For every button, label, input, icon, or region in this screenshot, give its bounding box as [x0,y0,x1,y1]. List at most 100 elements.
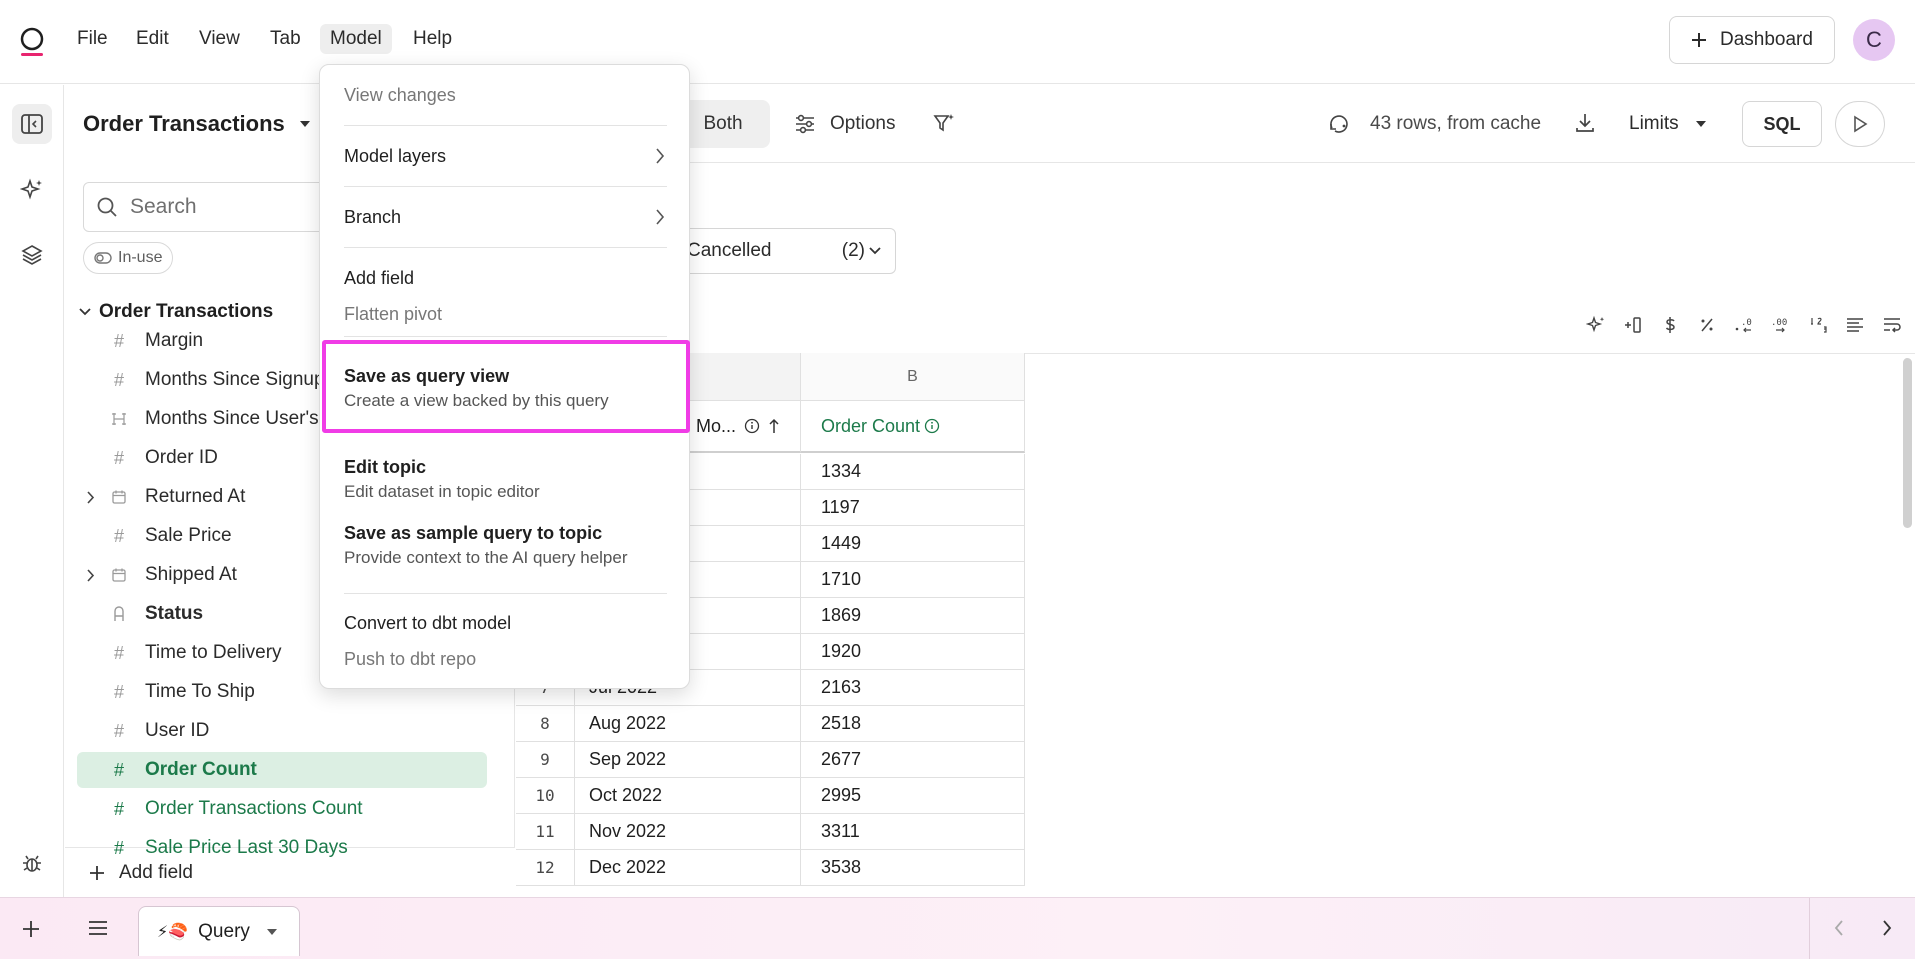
field-group-header[interactable]: Order Transactions [79,301,273,323]
previous-tab-button[interactable] [1834,920,1844,936]
order-count-cell[interactable]: 2677 [801,742,1025,778]
next-tab-button[interactable] [1882,920,1892,936]
cache-status[interactable]: 43 rows, from cache [1328,100,1541,148]
menu-help[interactable]: Help [403,24,462,54]
in-use-filter[interactable]: In-use [83,242,174,274]
hash-icon: # [113,798,124,819]
sort-ascending-icon[interactable] [768,418,780,434]
play-icon [1852,115,1868,133]
sql-button[interactable]: SQL [1742,101,1822,147]
row-number[interactable]: 12 [516,850,575,886]
hash-icon: # [113,642,124,663]
chevron-right-icon[interactable] [77,568,105,582]
menu-item-convert-dbt[interactable]: Convert to dbt model [320,613,689,634]
order-count-cell[interactable]: 1869 [801,598,1025,634]
download-button[interactable] [1574,112,1596,134]
month-cell[interactable]: Oct 2022 [575,778,801,814]
month-cell[interactable]: Aug 2022 [575,706,801,742]
number-format-icon[interactable] [1806,313,1830,337]
menu-tab[interactable]: Tab [260,24,311,54]
info-icon[interactable] [744,418,760,434]
menu-file[interactable]: File [67,24,118,54]
order-count-cell[interactable]: 2163 [801,670,1025,706]
chevron-right-icon[interactable] [77,490,105,504]
app-logo-icon[interactable] [19,26,45,58]
field-item[interactable]: # Order Transactions Count [77,791,487,827]
row-number[interactable]: 9 [516,742,575,778]
download-icon [1574,112,1596,134]
options-button[interactable]: Options [794,100,895,148]
bracket-icon [105,411,133,427]
percent-icon[interactable] [1695,313,1719,337]
month-cell[interactable]: Sep 2022 [575,742,801,778]
insert-column-icon[interactable] [1621,313,1645,337]
field-item[interactable]: # Order Count [77,752,487,788]
ai-format-icon[interactable] [1584,313,1608,337]
hash-icon: # [113,759,124,780]
align-icon[interactable] [1843,313,1867,337]
vertical-scrollbar[interactable] [1903,358,1912,528]
order-count-cell[interactable]: 2995 [801,778,1025,814]
order-count-cell[interactable]: 3311 [801,814,1025,850]
month-cell[interactable]: Nov 2022 [575,814,801,850]
tab-query[interactable]: ⚡🍣 Query [138,906,300,956]
dashboard-button[interactable]: Dashboard [1669,16,1835,64]
field-label: Months Since Signup [145,369,325,390]
row-number[interactable]: 8 [516,706,575,742]
tab-list-button[interactable] [88,920,108,936]
hash-icon: # [113,837,124,858]
wrap-text-icon[interactable] [1880,313,1904,337]
order-count-cell[interactable]: 1197 [801,490,1025,526]
avatar[interactable]: C [1853,19,1895,61]
order-count-cell[interactable]: 2518 [801,706,1025,742]
menu-item-push-dbt[interactable]: Push to dbt repo [320,649,689,670]
edit-topic-label: Edit topic [344,457,426,477]
menu-item-flatten-pivot[interactable]: Flatten pivot [320,304,689,325]
field-label: Returned At [145,486,246,507]
layers-button[interactable] [12,235,52,275]
save-sample-query-label: Save as sample query to topic [344,523,603,543]
menu-edit[interactable]: Edit [126,24,179,54]
order-count-cell[interactable]: 3538 [801,850,1025,886]
decrease-decimals-icon[interactable]: .0 [1732,313,1756,337]
field-item[interactable]: # Sale Price Last 30 Days [77,830,487,866]
info-icon[interactable] [924,418,940,434]
field-label: Sale Price [145,525,232,546]
order-count-cell[interactable]: 1334 [801,454,1025,490]
column-b-letter[interactable]: B [801,353,1025,401]
field-item[interactable]: # User ID [77,713,487,749]
row-number[interactable]: 11 [516,814,575,850]
column-b-header[interactable]: Order Count [801,401,1025,453]
menu-item-add-field[interactable]: Add field [320,268,689,289]
toggle-sidebar-button[interactable] [12,104,52,144]
menu-item-model-layers[interactable]: Model layers [320,146,689,167]
debug-button[interactable] [12,843,52,883]
order-count-cell[interactable]: 1920 [801,634,1025,670]
limits-label: Limits [1629,113,1679,134]
row-number[interactable]: 10 [516,778,575,814]
hash-icon: # [113,720,124,741]
model-title[interactable]: Order Transactions [83,111,311,137]
query-toolbar: Both Options 43 rows, from cache Limits … [516,85,1915,163]
menu-item-branch[interactable]: Branch [320,207,689,228]
run-button[interactable] [1835,101,1885,147]
caret-down-icon[interactable] [266,928,278,936]
chevron-down-icon [79,308,91,316]
ai-assistant-button[interactable] [12,170,52,210]
month-cell[interactable]: Dec 2022 [575,850,801,886]
field-label: User ID [145,720,210,741]
ai-filter-button[interactable] [932,112,956,136]
menu-item-edit-topic[interactable]: Edit topic Edit dataset in topic editor [320,457,689,502]
currency-icon[interactable] [1658,313,1682,337]
order-count-cell[interactable]: 1449 [801,526,1025,562]
menu-view[interactable]: View [189,24,250,54]
limits-dropdown[interactable]: Limits [1629,100,1707,148]
menu-item-save-sample-query[interactable]: Save as sample query to topic Provide co… [320,523,689,568]
in-use-label: In-use [118,249,163,266]
order-count-cell[interactable]: 1710 [801,562,1025,598]
tab-both[interactable]: Both [676,100,770,148]
menu-model[interactable]: Model [320,24,392,54]
new-tab-button[interactable] [22,920,40,938]
increase-decimals-icon[interactable]: .00 [1769,313,1793,337]
menu-item-view-changes[interactable]: View changes [320,85,689,106]
